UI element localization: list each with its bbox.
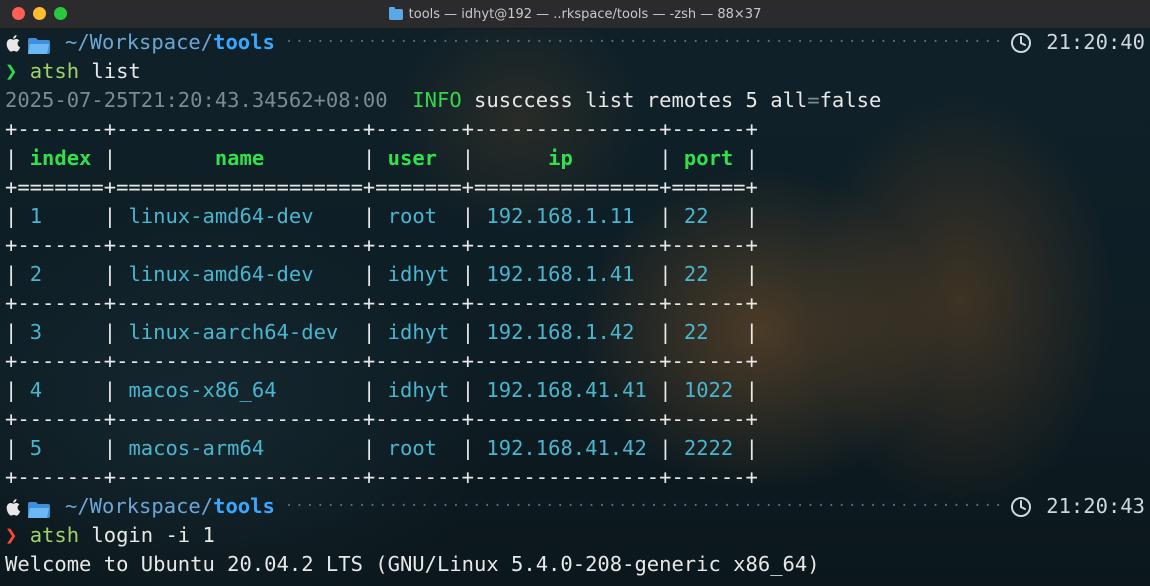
cell-port: 2222: [683, 436, 734, 460]
cell-port: 22: [683, 204, 709, 228]
log-timestamp: 2025-07-25T21:20:43.34562+08:00: [5, 88, 388, 112]
prompt-filler: ········································…: [284, 34, 1000, 50]
table-border: +-------+--------------------+-------+--…: [5, 233, 758, 257]
prompt-line: ~/Workspace/tools ·······················…: [5, 492, 1145, 521]
log-level: INFO: [412, 88, 462, 112]
cell-index: 4: [29, 378, 43, 402]
path-prefix: ~/Workspace/: [65, 30, 214, 54]
apple-icon: [5, 498, 21, 516]
folder-icon: [388, 6, 403, 20]
prompt-time: 21:20:40: [1046, 30, 1145, 54]
cell-name: linux-amd64-dev: [128, 204, 314, 228]
command-args: login -i 1: [79, 523, 215, 547]
cell-port: 22: [683, 320, 709, 344]
column-header-user: user: [387, 146, 438, 170]
command-args: list: [79, 59, 141, 83]
cell-index: 5: [29, 436, 43, 460]
cell-name: linux-amd64-dev: [128, 262, 314, 286]
folder-icon: [27, 498, 51, 518]
cell-name: linux-aarch64-dev: [128, 320, 339, 344]
cell-port: 22: [683, 262, 709, 286]
path-dir: tools: [213, 494, 275, 518]
cell-user: idhyt: [387, 320, 450, 344]
prompt-time: 21:20:43: [1046, 494, 1145, 518]
cell-ip: 192.168.41.41: [486, 378, 647, 402]
cell-ip: 192.168.41.42: [486, 436, 647, 460]
table-border: +-------+--------------------+-------+--…: [5, 291, 758, 315]
path-prefix: ~/Workspace/: [65, 494, 214, 518]
table-row: | 4 | macos-x86_64 | idhyt | 192.168.41.…: [5, 378, 758, 402]
table-border: +-------+--------------------+-------+--…: [5, 465, 758, 489]
cell-name: macos-x86_64: [128, 378, 277, 402]
table-row: | 2 | linux-amd64-dev | idhyt | 192.168.…: [5, 262, 758, 286]
prompt-line: ~/Workspace/tools ·······················…: [5, 28, 1145, 57]
title-bar: tools — idhyt@192 — ..rkspace/tools — -z…: [0, 0, 1150, 29]
cell-name: macos-arm64: [128, 436, 265, 460]
cell-user: idhyt: [387, 378, 450, 402]
column-header-ip: ip: [548, 146, 573, 170]
log-line: 2025-07-25T21:20:43.34562+08:00 INFO sus…: [5, 86, 1145, 115]
log-value: false: [819, 88, 882, 112]
terminal-window: tools — idhyt@192 — ..rkspace/tools — -z…: [0, 0, 1150, 586]
table-header-row: | index | name | user | ip | port |: [5, 146, 758, 170]
cell-user: root: [387, 436, 438, 460]
cell-index: 3: [29, 320, 43, 344]
terminal-content[interactable]: ~/Workspace/tools ·······················…: [5, 28, 1145, 579]
prompt-filler: ········································…: [284, 498, 1000, 514]
column-header-name: name: [214, 146, 265, 170]
cell-index: 1: [29, 204, 43, 228]
welcome-message: Welcome to Ubuntu 20.04.2 LTS (GNU/Linux…: [5, 552, 820, 576]
column-header-port: port: [683, 146, 734, 170]
cell-user: idhyt: [387, 262, 450, 286]
command-line: ❯ atsh list: [5, 57, 1145, 86]
command-name: atsh: [29, 59, 80, 83]
column-header-index: index: [29, 146, 92, 170]
cell-ip: 192.168.1.42: [486, 320, 635, 344]
table-border: +-------+--------------------+-------+--…: [5, 117, 758, 141]
folder-icon: [27, 34, 51, 54]
command-name: atsh: [29, 523, 80, 547]
window-title: tools — idhyt@192 — ..rkspace/tools — -z…: [408, 6, 762, 22]
cell-port: 1022: [683, 378, 734, 402]
prompt-chevron: ❯: [5, 59, 18, 83]
log-equals: =: [807, 88, 820, 112]
clock-icon: [1010, 496, 1032, 518]
table-row: | 3 | linux-aarch64-dev | idhyt | 192.16…: [5, 320, 758, 344]
command-line: ❯ atsh login -i 1: [5, 521, 1145, 550]
path-dir: tools: [213, 30, 275, 54]
cell-index: 2: [29, 262, 43, 286]
table-row: | 1 | linux-amd64-dev | root | 192.168.1…: [5, 204, 758, 228]
cell-ip: 192.168.1.41: [486, 262, 635, 286]
cell-ip: 192.168.1.11: [486, 204, 635, 228]
window-title-area: tools — idhyt@192 — ..rkspace/tools — -z…: [0, 0, 1150, 28]
cell-user: root: [387, 204, 438, 228]
clock-icon: [1010, 32, 1032, 54]
table-row: | 5 | macos-arm64 | root | 192.168.41.42…: [5, 436, 758, 460]
log-message: susccess list remotes 5 all: [461, 88, 808, 112]
table-border: +-------+--------------------+-------+--…: [5, 407, 758, 431]
apple-icon: [5, 34, 21, 52]
prompt-chevron: ❯: [5, 523, 18, 547]
table-border: +=======+====================+=======+==…: [5, 175, 758, 199]
table-border: +-------+--------------------+-------+--…: [5, 349, 758, 373]
